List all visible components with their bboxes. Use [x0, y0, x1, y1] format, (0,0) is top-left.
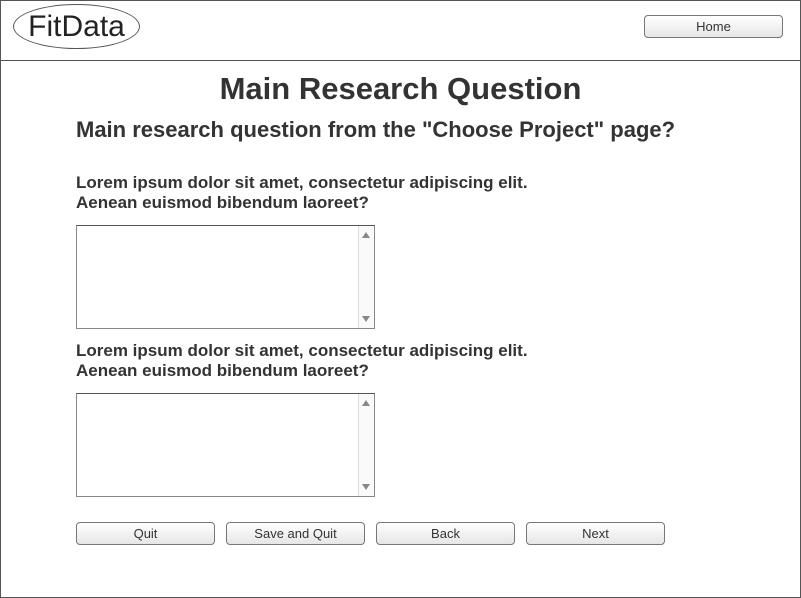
question-1-line-2: Aenean euismod bibendum laoreet?	[76, 193, 369, 212]
page-title: Main Research Question	[219, 71, 582, 106]
scroll-down-arrow-icon[interactable]	[362, 316, 370, 322]
question-2-line-2: Aenean euismod bibendum laoreet?	[76, 361, 369, 380]
question-2-line-1: Lorem ipsum dolor sit amet, consectetur …	[76, 341, 528, 360]
question-1-label: Lorem ipsum dolor sit amet, consectetur …	[76, 173, 528, 213]
app-window: FitData Home Main Research Question Main…	[0, 0, 801, 598]
scroll-up-arrow-icon[interactable]	[362, 232, 370, 238]
home-button[interactable]: Home	[644, 15, 783, 38]
answer-2-textarea[interactable]	[76, 393, 375, 497]
next-button[interactable]: Next	[526, 522, 665, 545]
scroll-down-arrow-icon[interactable]	[362, 484, 370, 490]
header-bar: FitData Home	[1, 1, 800, 61]
answer-2-scrollbar[interactable]	[358, 394, 374, 496]
page-subtitle: Main research question from the "Choose …	[76, 117, 676, 142]
answer-1-textarea[interactable]	[76, 225, 375, 329]
question-2-label: Lorem ipsum dolor sit amet, consectetur …	[76, 341, 528, 381]
save-and-quit-button[interactable]: Save and Quit	[226, 522, 365, 545]
question-1-line-1: Lorem ipsum dolor sit amet, consectetur …	[76, 173, 528, 192]
scroll-up-arrow-icon[interactable]	[362, 400, 370, 406]
answer-1-scrollbar[interactable]	[358, 226, 374, 328]
back-button[interactable]: Back	[376, 522, 515, 545]
fitdata-logo[interactable]: FitData	[13, 4, 140, 49]
quit-button[interactable]: Quit	[76, 522, 215, 545]
